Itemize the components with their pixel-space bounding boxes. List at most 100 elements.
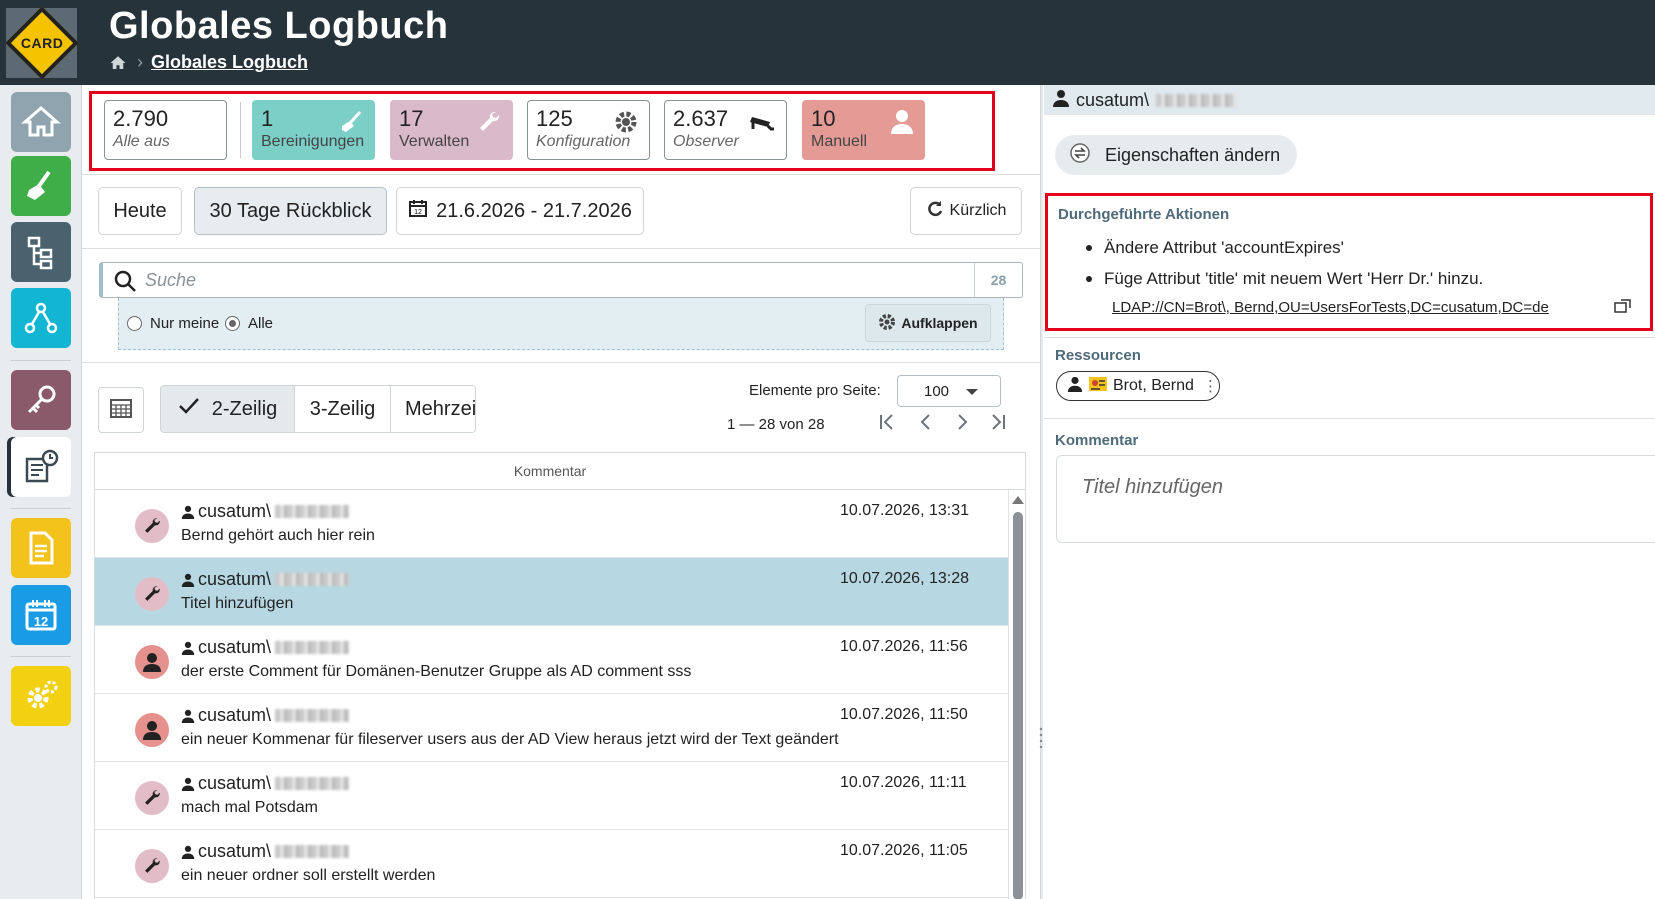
cleanup-icon[interactable]	[11, 156, 71, 216]
chevron-right-icon: ›	[137, 52, 143, 72]
wrench-icon	[135, 781, 169, 815]
sidebar: 12	[0, 85, 82, 899]
breadcrumb-link[interactable]: Globales Logbuch	[151, 52, 308, 73]
table-row[interactable]: cusatum\ mach mal Potsdam 10.07.2026, 11:1…	[95, 762, 1008, 830]
calendar-view-button[interactable]	[98, 387, 144, 433]
stat-cleanup[interactable]: 1 Bereinigungen	[252, 100, 375, 160]
stat-observer[interactable]: 2.637 Observer	[664, 100, 787, 160]
app-header: CARD Globales Logbuch › Globales Logbuch	[0, 0, 1655, 85]
scroll-thumb[interactable]	[1013, 512, 1023, 899]
broom-icon	[338, 109, 364, 142]
actions-list: Ändere Attribut 'accountExpires' Füge At…	[1084, 238, 1483, 300]
per-page-value: 100	[924, 382, 950, 400]
user-icon	[1052, 89, 1070, 112]
row-comment: ein neuer Kommenar für fileserver users …	[181, 731, 839, 748]
first-page-icon[interactable]	[877, 412, 897, 438]
swap-icon	[1069, 142, 1091, 169]
table-row[interactable]: cusatum\ ein neuer Kommenar für fileserve…	[95, 694, 1008, 762]
stat-manual[interactable]: 10 Manuell	[802, 100, 925, 160]
stat-all-label: Alle aus	[113, 133, 170, 150]
chevron-down-icon	[966, 389, 978, 395]
redacted-username	[275, 641, 350, 654]
two-line-option[interactable]: 2-Zeilig	[161, 386, 295, 432]
filter-panel: Nur meine Alle Aufklappen	[118, 298, 1004, 350]
action-item: Ändere Attribut 'accountExpires'	[1084, 238, 1483, 258]
comment-input[interactable]: Titel hinzufügen	[1056, 455, 1655, 543]
date-range-button[interactable]: 12 21.6.2026 - 21.7.2026	[396, 187, 644, 235]
resource-chip[interactable]: Brot, Bernd ⋮	[1056, 371, 1220, 401]
only-mine-label: Nur meine	[150, 315, 220, 332]
document-icon[interactable]	[11, 518, 71, 578]
row-comment: der erste Comment für Domänen-Benutzer G…	[181, 663, 692, 680]
key-icon[interactable]	[11, 370, 71, 430]
stat-manage[interactable]: 17 Verwalten	[390, 100, 513, 160]
stat-config[interactable]: 125 Konfiguration	[527, 100, 650, 160]
ldap-link[interactable]: LDAP://CN=Brot\, Bernd,OU=UsersForTests,…	[1112, 299, 1549, 316]
logbook-icon[interactable]	[11, 437, 71, 497]
table-row[interactable]: cusatum\ der erste Comment für Domänen-Be…	[95, 626, 1008, 694]
resources-title: Ressourcen	[1055, 347, 1141, 364]
calendar-icon[interactable]: 12	[11, 585, 71, 645]
card-logo[interactable]: CARD	[4, 6, 79, 80]
three-line-option[interactable]: 3-Zeilig	[295, 386, 391, 432]
prev-page-icon[interactable]	[916, 412, 936, 438]
change-properties-button[interactable]: Eigenschaften ändern	[1055, 135, 1297, 175]
stat-all[interactable]: 2.790 Alle aus	[104, 100, 227, 160]
network-icon[interactable]	[11, 288, 71, 348]
wrench-icon	[135, 849, 169, 883]
row-date: 10.07.2026, 11:05	[840, 842, 968, 859]
actions-title: Durchgeführte Aktionen	[1058, 206, 1230, 223]
row-user: cusatum\	[181, 569, 350, 590]
user-card-icon	[1088, 375, 1108, 398]
table-row[interactable]: cusatum\ Titel hinzufügen 10.07.2026, 13:2…	[95, 558, 1008, 626]
camera-icon	[748, 109, 776, 142]
row-date: 10.07.2026, 11:50	[840, 706, 968, 723]
row-comment: Bernd gehört auch hier rein	[181, 527, 375, 544]
action-item: Füge Attribut 'title' mit neuem Wert 'He…	[1084, 269, 1483, 289]
radio-circle	[127, 316, 142, 331]
multi-line-option[interactable]: Mehrzei	[391, 386, 475, 432]
drag-handle-icon[interactable]	[1039, 726, 1043, 748]
next-page-icon[interactable]	[952, 412, 972, 438]
line-mode-toggle: 2-Zeilig 3-Zeilig Mehrzei	[160, 385, 476, 433]
per-page-select[interactable]: 100	[897, 375, 1001, 407]
row-date: 10.07.2026, 11:56	[840, 638, 968, 655]
logo-text: CARD	[20, 34, 63, 51]
table-row[interactable]: cusatum\ Bernd gehört auch hier rein 10.07…	[95, 490, 1008, 558]
row-user: cusatum\	[181, 705, 350, 726]
more-vertical-icon[interactable]: ⋮	[1203, 377, 1218, 395]
row-user: cusatum\	[181, 501, 350, 522]
change-properties-label: Eigenschaften ändern	[1105, 144, 1281, 165]
check-icon	[178, 397, 200, 421]
pane-splitter[interactable]	[1040, 85, 1043, 899]
redacted-username	[275, 505, 350, 518]
home-icon[interactable]	[109, 54, 129, 72]
two-line-label: 2-Zeilig	[211, 397, 278, 420]
radio-circle-checked	[225, 316, 240, 331]
wrench-icon	[135, 509, 169, 543]
table-row[interactable]: cusatum\ ein neuer ordner soll erstellt w…	[95, 830, 1008, 898]
redacted-username	[275, 709, 350, 722]
search-input[interactable]: Suche 28	[99, 262, 1023, 298]
gear-icon[interactable]	[11, 666, 71, 726]
calendar-icon: 12	[408, 198, 428, 224]
recent-button[interactable]: Kürzlich	[910, 187, 1022, 235]
open-external-icon[interactable]	[1614, 298, 1632, 314]
row-date: 10.07.2026, 11:11	[840, 774, 967, 791]
detail-header: cusatum\	[1044, 85, 1655, 115]
svg-text:12: 12	[414, 209, 422, 216]
only-mine-radio[interactable]: Nur meine	[127, 315, 219, 332]
column-header-comment[interactable]: Kommentar	[95, 453, 1025, 490]
last-page-icon[interactable]	[988, 412, 1008, 438]
resource-label: Brot, Bernd	[1113, 377, 1194, 394]
stat-all-count: 2.790	[113, 106, 169, 131]
scroll-up-icon[interactable]	[1012, 496, 1024, 504]
last-30-days-button[interactable]: 30 Tage Rückblick	[194, 187, 387, 235]
all-radio[interactable]: Alle	[225, 315, 273, 332]
today-button[interactable]: Heute	[98, 187, 182, 235]
expand-button[interactable]: Aufklappen	[865, 304, 991, 342]
tree-icon[interactable]	[11, 222, 71, 282]
comment-title: Kommentar	[1055, 432, 1139, 449]
vertical-scrollbar[interactable]	[1008, 490, 1025, 899]
home-icon[interactable]	[11, 92, 71, 152]
